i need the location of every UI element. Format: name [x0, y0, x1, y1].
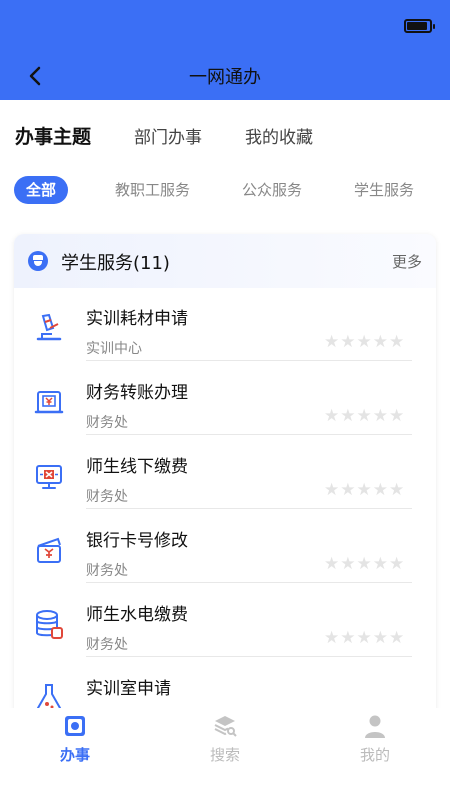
tab-affair-topics[interactable]: 办事主题 — [15, 122, 91, 149]
service-item[interactable]: 实训室申请 — [14, 668, 436, 708]
service-department: 财务处 — [86, 489, 128, 505]
filter-staff-services[interactable]: 教职工服务 — [115, 176, 190, 204]
bank-card-wallet-icon — [37, 537, 61, 563]
rating-stars: ★★★★★ — [324, 406, 406, 426]
student-cap-icon — [28, 251, 48, 271]
divider — [86, 434, 412, 435]
service-item[interactable]: 实训耗材申请 实训中心 ★★★★★ — [14, 298, 436, 372]
section-title: 学生服务(11) — [61, 253, 170, 274]
service-item[interactable]: 财务转账办理 财务处 ★★★★★ — [14, 372, 436, 446]
section-header: 学生服务(11) 更多 — [14, 234, 436, 288]
tab-label: 办事 — [59, 746, 90, 764]
more-link[interactable]: 更多 — [392, 251, 422, 272]
divider — [86, 508, 412, 509]
affairs-icon — [65, 716, 85, 736]
navigation-bar: 一网通办 — [0, 0, 450, 100]
service-name: 实训耗材申请 — [86, 309, 188, 329]
service-item[interactable]: 师生水电缴费 财务处 ★★★★★ — [14, 594, 436, 668]
tab-my-favorites[interactable]: 我的收藏 — [245, 123, 313, 148]
divider — [86, 360, 412, 361]
microscope-icon — [36, 313, 62, 341]
battery-icon — [404, 19, 435, 33]
filter-all[interactable]: 全部 — [14, 176, 69, 204]
filter-student-services[interactable]: 学生服务 — [354, 176, 414, 204]
filter-chips: 全部 教职工服务 公众服务 学生服务 — [0, 176, 450, 208]
rating-stars: ★★★★★ — [324, 332, 406, 352]
user-icon — [365, 715, 385, 738]
service-department: 财务处 — [86, 415, 128, 431]
service-name: 师生水电缴费 — [86, 605, 188, 625]
bottom-tab-bar: 办事 搜索 我的 — [0, 708, 450, 800]
service-department: 财务处 — [86, 637, 128, 653]
content-area: 办事主题 部门办事 我的收藏 全部 教职工服务 公众服务 学生服务 学生服务(1… — [0, 100, 450, 708]
service-name: 师生线下缴费 — [86, 457, 188, 477]
tab-department-affairs[interactable]: 部门办事 — [134, 123, 202, 148]
service-item[interactable]: 银行卡号修改 财务处 ★★★★★ — [14, 520, 436, 594]
divider — [86, 582, 412, 583]
rating-stars: ★★★★★ — [324, 480, 406, 500]
service-item[interactable]: 师生线下缴费 财务处 ★★★★★ — [14, 446, 436, 520]
tab-search[interactable]: 搜索 — [150, 708, 300, 800]
tab-label: 搜索 — [209, 746, 240, 764]
rating-stars: ★★★★★ — [324, 628, 406, 648]
service-name: 实训室申请 — [86, 679, 171, 699]
tab-mine[interactable]: 我的 — [300, 708, 450, 800]
tab-label: 我的 — [359, 746, 390, 764]
service-name: 财务转账办理 — [86, 383, 188, 403]
service-name: 银行卡号修改 — [86, 531, 188, 551]
utility-database-icon — [36, 610, 63, 639]
search-layers-icon — [214, 716, 237, 737]
rating-stars: ★★★★★ — [324, 554, 406, 574]
divider — [86, 656, 412, 657]
yen-register-icon — [34, 391, 64, 414]
service-department: 财务处 — [86, 563, 128, 579]
filter-public-services[interactable]: 公众服务 — [242, 176, 302, 204]
page-title: 一网通办 — [189, 67, 261, 88]
topic-tabs: 办事主题 部门办事 我的收藏 — [0, 100, 450, 170]
tab-affairs[interactable]: 办事 — [0, 708, 150, 800]
payment-monitor-icon — [36, 465, 62, 489]
student-services-card: 学生服务(11) 更多 实训耗材申请 实训中心 ★★★★★ 财务转账办理 财务处… — [14, 234, 436, 708]
service-department: 实训中心 — [86, 341, 142, 357]
flask-icon — [36, 684, 62, 708]
